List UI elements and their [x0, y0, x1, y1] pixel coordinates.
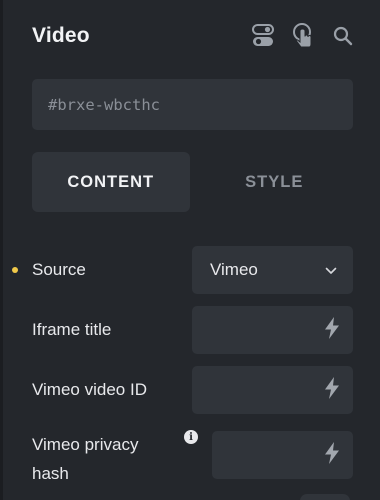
source-label: Source [32, 260, 86, 279]
source-row: Source Vimeo [0, 246, 380, 294]
vimeo-privacy-hash-row: Vimeo privacy hash i [0, 426, 380, 486]
toggle-icon[interactable] [250, 23, 276, 49]
dynamic-data-icon[interactable] [324, 376, 340, 404]
search-icon[interactable] [330, 23, 356, 49]
vimeo-video-id-row: Vimeo video ID [0, 366, 380, 414]
iframe-title-label: Iframe title [32, 320, 112, 339]
panel-header: Video [32, 18, 356, 54]
next-control-edge [300, 494, 350, 500]
iframe-title-row: Iframe title [0, 306, 380, 354]
video-element-panel: Video #brxe-wbcthc CONTENT STYLE Source … [0, 0, 380, 500]
vimeo-video-id-label: Vimeo video ID [32, 380, 147, 399]
panel-tabs: CONTENT STYLE [32, 152, 353, 212]
vimeo-video-id-input[interactable] [192, 366, 353, 414]
tab-content[interactable]: CONTENT [32, 152, 190, 212]
vimeo-privacy-hash-label: Vimeo privacy hash [32, 430, 138, 488]
dynamic-data-icon[interactable] [324, 316, 340, 344]
element-id-field[interactable]: #brxe-wbcthc [32, 79, 353, 130]
source-select[interactable]: Vimeo [192, 246, 353, 294]
tab-style[interactable]: STYLE [196, 152, 354, 212]
vimeo-privacy-hash-label-line1: Vimeo privacy [32, 435, 139, 454]
info-icon[interactable]: i [184, 430, 198, 444]
modified-indicator [12, 267, 18, 273]
iframe-title-input[interactable] [192, 306, 353, 354]
vimeo-privacy-hash-label-line2: hash [32, 464, 69, 483]
panel-title: Video [32, 24, 90, 47]
source-value: Vimeo [210, 260, 258, 279]
dynamic-data-icon[interactable] [324, 441, 340, 469]
pointer-hand-icon[interactable] [290, 23, 316, 49]
vimeo-privacy-hash-input[interactable] [212, 431, 353, 479]
header-actions [250, 23, 356, 49]
chevron-down-icon [325, 260, 337, 280]
